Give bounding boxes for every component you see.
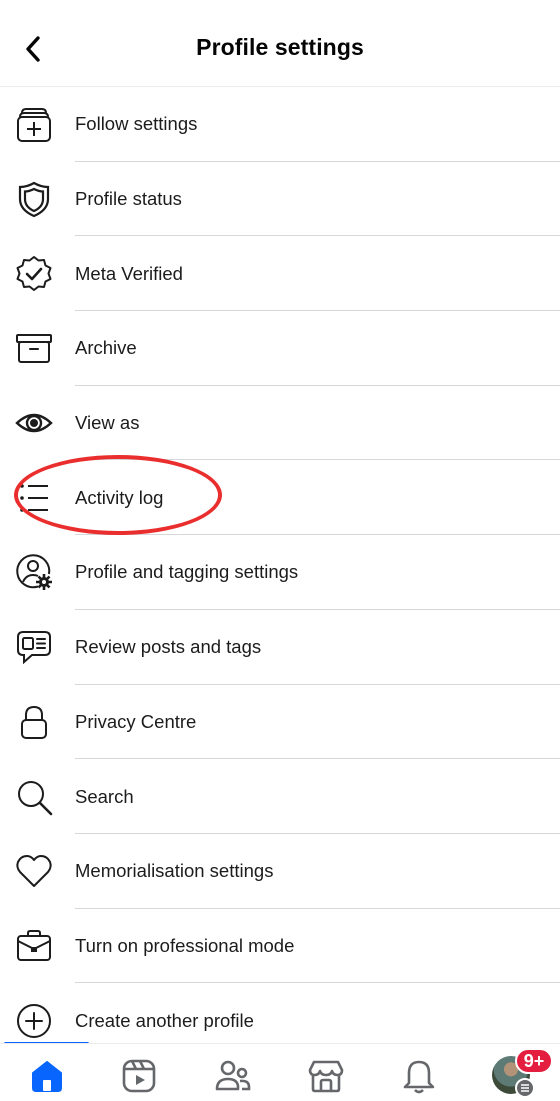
item-label: Memorialisation settings bbox=[75, 860, 274, 882]
header: Profile settings bbox=[0, 0, 560, 87]
shield-icon bbox=[14, 179, 54, 219]
item-label: Archive bbox=[75, 337, 137, 359]
item-label: Activity log bbox=[75, 486, 164, 508]
friends-icon bbox=[215, 1060, 251, 1091]
menu-icon[interactable] bbox=[515, 1078, 535, 1098]
list-item-activity-log[interactable]: Activity log bbox=[0, 460, 560, 536]
bell-icon bbox=[403, 1060, 435, 1094]
archive-box-icon bbox=[14, 328, 54, 368]
tab-video[interactable] bbox=[119, 1056, 159, 1096]
home-icon bbox=[32, 1061, 62, 1092]
tab-marketplace[interactable] bbox=[306, 1056, 346, 1096]
speech-bubble-icon bbox=[14, 627, 54, 667]
notification-badge: 9+ bbox=[515, 1048, 553, 1074]
item-label: Search bbox=[75, 785, 134, 807]
page-title: Profile settings bbox=[196, 34, 364, 60]
item-label: View as bbox=[75, 412, 140, 434]
item-label: Review posts and tags bbox=[75, 636, 262, 658]
settings-list: Follow settings Profile status Meta Veri… bbox=[0, 87, 560, 1058]
list-icon bbox=[14, 478, 54, 518]
item-label: Turn on professional mode bbox=[75, 934, 295, 956]
lock-icon bbox=[14, 702, 54, 742]
item-label: Create another profile bbox=[75, 1009, 254, 1031]
item-label: Follow settings bbox=[75, 113, 198, 135]
video-icon bbox=[122, 1059, 156, 1093]
tab-home[interactable] bbox=[27, 1056, 67, 1096]
list-item-memorialisation-settings[interactable]: Memorialisation settings bbox=[0, 834, 560, 909]
heart-icon bbox=[14, 851, 54, 891]
tab-friends[interactable] bbox=[213, 1056, 253, 1096]
verified-badge-icon bbox=[14, 254, 54, 294]
follow-add-icon bbox=[14, 104, 54, 144]
list-item-archive[interactable]: Archive bbox=[0, 311, 560, 386]
bottom-tab-bar bbox=[0, 1043, 560, 1101]
user-gear-icon bbox=[14, 552, 54, 592]
item-label: Meta Verified bbox=[75, 262, 183, 284]
list-item-turn-on-professional-mode[interactable]: Turn on professional mode bbox=[0, 909, 560, 984]
item-label: Profile status bbox=[75, 188, 182, 210]
marketplace-icon bbox=[308, 1060, 344, 1093]
list-item-privacy-centre[interactable]: Privacy Centre bbox=[0, 685, 560, 760]
tab-notifications[interactable] bbox=[399, 1056, 439, 1096]
list-item-view-as[interactable]: View as bbox=[0, 386, 560, 461]
item-label: Privacy Centre bbox=[75, 710, 197, 732]
list-item-profile-and-tagging-settings[interactable]: Profile and tagging settings bbox=[0, 535, 560, 610]
list-item-profile-status[interactable]: Profile status bbox=[0, 162, 560, 237]
list-item-review-posts-and-tags[interactable]: Review posts and tags bbox=[0, 610, 560, 685]
briefcase-icon bbox=[14, 926, 54, 966]
plus-circle-icon bbox=[14, 1001, 54, 1041]
list-item-search[interactable]: Search bbox=[0, 759, 560, 834]
list-item-meta-verified[interactable]: Meta Verified bbox=[0, 236, 560, 312]
search-icon bbox=[14, 777, 54, 817]
list-item-follow-settings[interactable]: Follow settings bbox=[0, 87, 560, 162]
eye-icon bbox=[14, 403, 54, 443]
item-label: Profile and tagging settings bbox=[75, 561, 299, 583]
